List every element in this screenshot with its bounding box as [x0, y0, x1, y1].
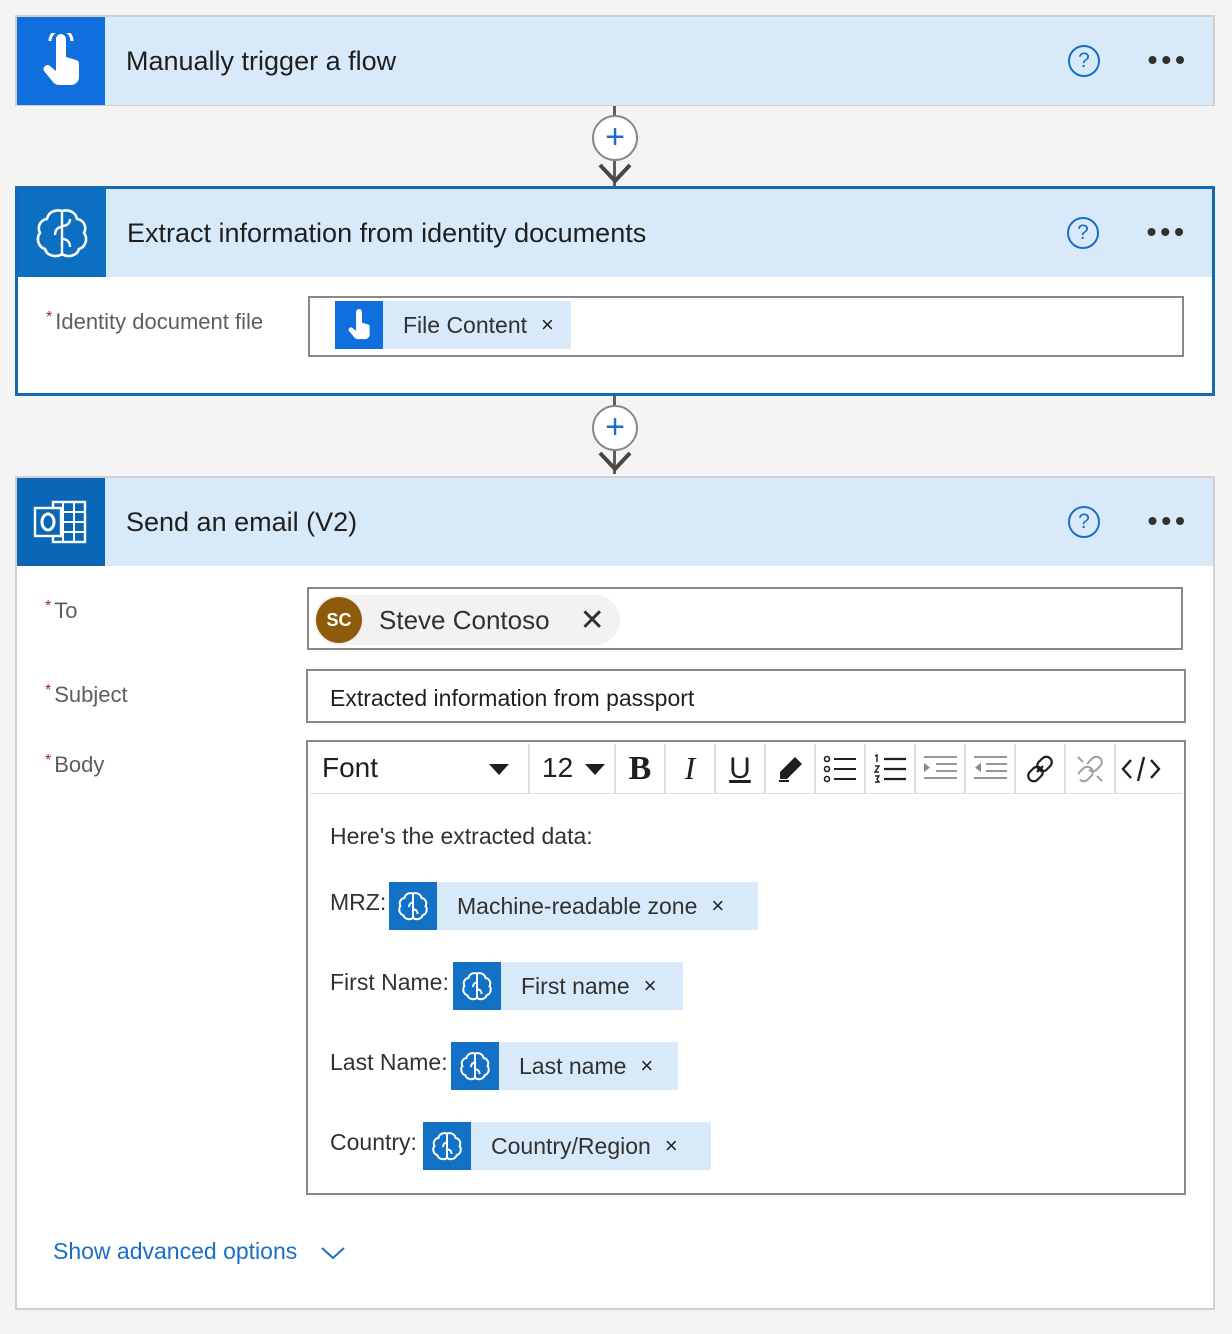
ai-brain-icon [453, 962, 501, 1010]
last-name-token[interactable]: Last name × [451, 1042, 678, 1090]
underline-button[interactable]: U [716, 744, 766, 793]
remove-recipient-icon[interactable]: ✕ [580, 603, 605, 638]
identity-document-input[interactable]: File Content × [308, 296, 1184, 357]
numbered-list-icon[interactable] [866, 744, 916, 793]
email-card[interactable]: Send an email (V2) ? ••• * To SC Steve Co… [15, 476, 1215, 1310]
font-size-value: 12 [542, 752, 574, 783]
show-advanced-options-text: Show advanced options [53, 1238, 298, 1264]
body-label: * Body [45, 752, 104, 778]
first-name-token[interactable]: First name × [453, 962, 683, 1010]
trigger-card-title: Manually trigger a flow [126, 45, 397, 76]
token-label: Country/Region [491, 1132, 651, 1159]
ai-brain-icon [18, 189, 106, 277]
body-editor[interactable]: Font 12 B I U Here's the extracted data:… [306, 740, 1186, 1195]
link-icon[interactable] [1016, 744, 1066, 793]
font-dropdown-value: Font [322, 752, 379, 783]
bullet-list-icon[interactable] [816, 744, 866, 793]
italic-button[interactable]: I [666, 744, 716, 793]
touch-hand-icon [335, 301, 383, 349]
avatar: SC [316, 597, 362, 643]
touch-hand-icon [17, 17, 105, 105]
required-marker: * [46, 309, 53, 326]
formatting-toolbar: Font 12 B I U [310, 744, 1182, 794]
extract-card-title: Extract information from identity docume… [127, 217, 647, 248]
arrow-down-icon [598, 163, 632, 184]
remove-token-icon[interactable]: × [644, 973, 657, 999]
to-label: * To [45, 598, 77, 624]
show-advanced-options-link[interactable]: Show advanced options [53, 1238, 346, 1265]
decrease-indent-icon[interactable] [966, 744, 1016, 793]
outlook-icon [17, 478, 105, 566]
connector-2: + [591, 396, 639, 478]
font-dropdown[interactable]: Font [310, 744, 530, 793]
email-card-title: Send an email (V2) [126, 506, 358, 537]
help-icon[interactable]: ? [1068, 506, 1100, 538]
ai-brain-icon [423, 1122, 471, 1170]
mrz-label: MRZ: [330, 889, 387, 915]
email-card-header[interactable]: Send an email (V2) ? ••• [17, 478, 1213, 566]
more-options-icon[interactable]: ••• [1148, 46, 1189, 74]
last-name-label: Last Name: [330, 1049, 448, 1075]
to-input[interactable]: SC Steve Contoso ✕ [307, 587, 1183, 650]
required-marker: * [45, 598, 52, 615]
recipient-name: Steve Contoso [379, 604, 550, 635]
trigger-card-header[interactable]: Manually trigger a flow ? ••• [17, 17, 1213, 105]
identity-document-label-text: Identity document file [55, 309, 264, 334]
more-options-icon[interactable]: ••• [1148, 507, 1189, 535]
mrz-token[interactable]: Machine-readable zone × [389, 882, 758, 930]
subject-value: Extracted information from passport [330, 685, 695, 711]
connector-1: + [591, 106, 639, 188]
required-marker: * [45, 752, 52, 769]
country-region-token[interactable]: Country/Region × [423, 1122, 711, 1170]
remove-token-icon[interactable]: × [665, 1133, 678, 1159]
token-label: First name [521, 972, 630, 999]
code-view-icon[interactable] [1116, 744, 1166, 793]
first-name-label: First Name: [330, 969, 449, 995]
extract-card[interactable]: Extract information from identity docume… [15, 186, 1215, 396]
to-label-text: To [54, 598, 78, 623]
help-icon[interactable]: ? [1067, 217, 1099, 249]
required-marker: * [45, 682, 52, 699]
more-options-icon[interactable]: ••• [1147, 218, 1188, 246]
token-label: File Content [403, 311, 528, 338]
ai-brain-icon [451, 1042, 499, 1090]
remove-token-icon[interactable]: × [711, 893, 724, 919]
remove-token-icon[interactable]: × [541, 312, 554, 338]
recipient-chip[interactable]: SC Steve Contoso ✕ [314, 595, 620, 645]
body-label-text: Body [54, 752, 105, 777]
font-size-dropdown[interactable]: 12 [530, 744, 616, 793]
help-icon[interactable]: ? [1068, 45, 1100, 77]
bold-button[interactable]: B [616, 744, 666, 793]
trigger-card[interactable]: Manually trigger a flow ? ••• [15, 15, 1215, 106]
identity-document-label: * Identity document file [46, 309, 263, 335]
chevron-down-icon [585, 764, 605, 775]
subject-label: * Subject [45, 682, 128, 708]
highlight-pen-icon[interactable] [766, 744, 816, 793]
remove-token-icon[interactable]: × [640, 1053, 653, 1079]
increase-indent-icon[interactable] [916, 744, 966, 793]
subject-input[interactable]: Extracted information from passport [306, 669, 1186, 723]
country-label: Country: [330, 1129, 417, 1155]
arrow-down-icon [598, 451, 632, 472]
chevron-down-icon [320, 1247, 345, 1260]
insert-step-button[interactable]: + [592, 115, 638, 161]
token-label: Machine-readable zone [457, 892, 698, 919]
token-label: Last name [519, 1052, 627, 1079]
insert-step-button[interactable]: + [592, 405, 638, 451]
extract-card-header[interactable]: Extract information from identity docume… [18, 189, 1212, 277]
ai-brain-icon [389, 882, 437, 930]
unlink-icon[interactable] [1066, 744, 1116, 793]
chevron-down-icon [489, 764, 509, 775]
body-intro-text: Here's the extracted data: [330, 823, 593, 849]
file-content-token[interactable]: File Content × [335, 301, 571, 349]
subject-label-text: Subject [54, 682, 128, 707]
